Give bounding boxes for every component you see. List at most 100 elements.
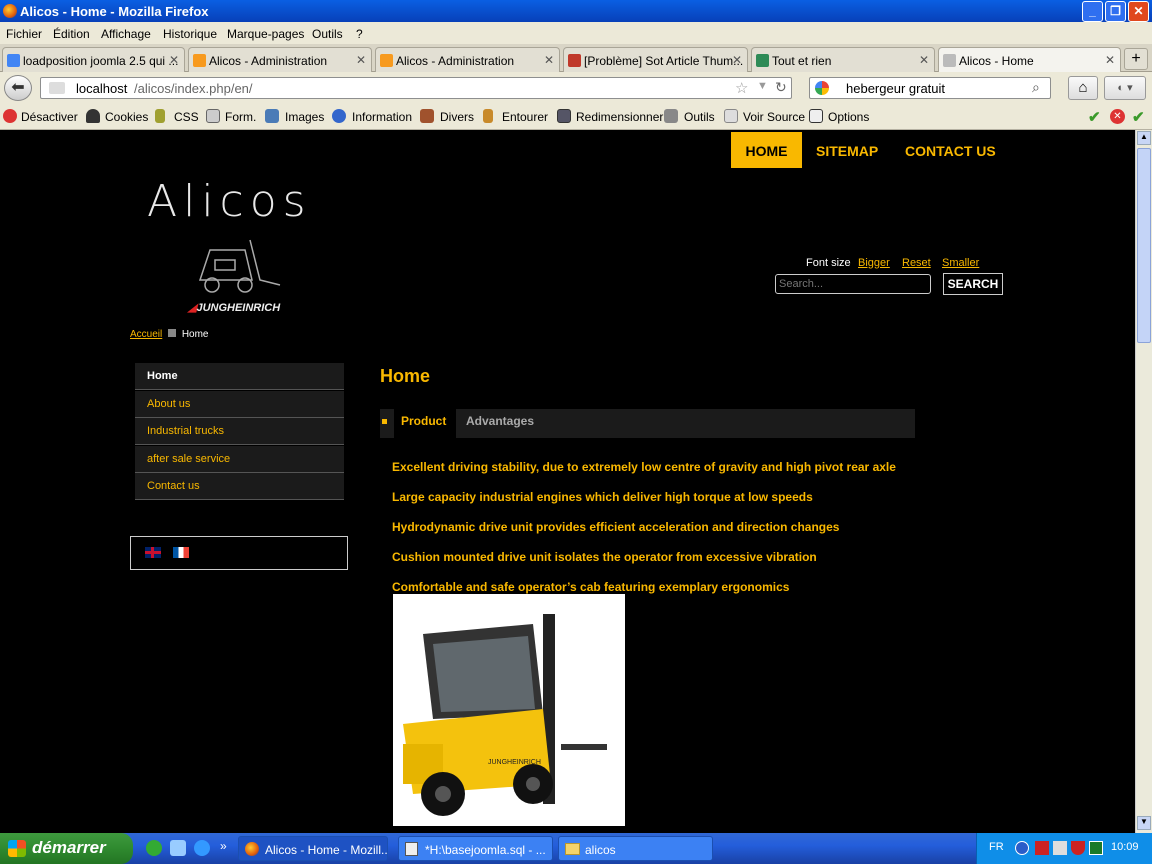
vertical-scrollbar[interactable]: ▲ ▼: [1135, 130, 1152, 833]
url-dropdown-icon[interactable]: ▼: [757, 80, 768, 92]
navigation-bar: ⬅ localhost /alicos/index.php/en/ ☆ ▼ ↻ …: [0, 72, 1152, 104]
sidemenu-contact-us[interactable]: Contact us: [135, 473, 344, 500]
minimize-button[interactable]: _: [1082, 1, 1103, 22]
addon-button[interactable]: ◐ ▾: [1104, 76, 1146, 100]
taskbar-notepad[interactable]: *H:\basejoomla.sql - ...: [398, 836, 553, 861]
home-button[interactable]: ⌂: [1068, 76, 1098, 100]
information-icon: [332, 109, 346, 123]
font-reset-link[interactable]: Reset: [902, 257, 931, 269]
tray-expand-icon[interactable]: [1015, 841, 1029, 855]
maximize-button[interactable]: ❐: [1105, 1, 1126, 22]
menu-outils[interactable]: Outils: [312, 27, 343, 41]
flag-french-icon[interactable]: [173, 547, 189, 558]
browser-tab-active[interactable]: Alicos - Home ✕: [938, 47, 1121, 73]
toolbar-voir-source[interactable]: Voir Source: [743, 110, 805, 124]
tray-network-icon[interactable]: [1053, 841, 1067, 855]
topnav-home[interactable]: HOME: [731, 132, 802, 168]
toolbar-css[interactable]: CSS: [174, 110, 199, 124]
site-search-button[interactable]: SEARCH: [943, 273, 1003, 295]
menu-help[interactable]: ?: [356, 27, 363, 41]
browser-tab[interactable]: [Problème] Sot Article Thum... ✕: [563, 47, 748, 72]
sidemenu-after-sale-service[interactable]: after sale service: [135, 446, 344, 473]
url-bar[interactable]: localhost /alicos/index.php/en/ ☆ ▼ ↻: [40, 77, 792, 99]
toolbar-entourer[interactable]: Entourer: [502, 110, 548, 124]
menu-affichage[interactable]: Affichage: [101, 27, 151, 41]
misc-icon: [420, 109, 434, 123]
close-tab-icon[interactable]: ✕: [1105, 53, 1115, 67]
reload-icon[interactable]: ↻: [775, 79, 787, 96]
toolbar-outils[interactable]: Outils: [684, 110, 715, 124]
topnav-contact-us[interactable]: CONTACT US: [905, 143, 996, 159]
tray-antivirus-icon[interactable]: [1035, 841, 1049, 855]
close-tab-icon[interactable]: ✕: [544, 53, 554, 67]
sidemenu-about-us[interactable]: About us: [135, 391, 344, 418]
browser-tab[interactable]: Alicos - Administration ✕: [375, 47, 560, 72]
back-button[interactable]: ⬅: [4, 75, 32, 101]
flag-english-icon[interactable]: [145, 547, 161, 558]
font-bigger-link[interactable]: Bigger: [858, 257, 890, 269]
toolbar-images[interactable]: Images: [285, 110, 324, 124]
browser-tab[interactable]: Tout et rien ✕: [751, 47, 935, 72]
menu-fichier[interactable]: Fichier: [6, 27, 42, 41]
start-button[interactable]: démarrer: [0, 833, 133, 864]
taskbar-folder[interactable]: alicos: [558, 836, 713, 861]
search-input[interactable]: hebergeur gratuit: [846, 81, 945, 96]
sidemenu-home[interactable]: Home: [135, 363, 344, 390]
site-search-input[interactable]: [775, 274, 931, 294]
tab-advantages[interactable]: Advantages: [466, 414, 534, 428]
tray-shield-icon[interactable]: [1071, 841, 1085, 855]
outline-pen-icon: [483, 109, 493, 123]
tab-label: Alicos - Administration: [396, 54, 515, 68]
check-icon[interactable]: ✔: [1132, 108, 1145, 126]
toolbar-redimensionner[interactable]: Redimensionner: [576, 110, 663, 124]
toolbar-desactiver[interactable]: Désactiver: [21, 110, 78, 124]
utorrent-icon[interactable]: [146, 840, 162, 856]
quicklaunch-more-icon[interactable]: »: [220, 839, 227, 853]
google-icon: [7, 54, 20, 67]
menu-historique[interactable]: Historique: [163, 27, 217, 41]
page-title: Home: [380, 366, 431, 386]
language-switcher: [130, 536, 348, 570]
language-indicator[interactable]: FR: [989, 841, 1004, 853]
search-box[interactable]: hebergeur gratuit ⌕: [809, 77, 1051, 99]
forklift-illustration: JUNGHEINRICH: [403, 614, 607, 816]
scrollbar-thumb[interactable]: [1137, 148, 1151, 343]
close-tab-icon[interactable]: ✕: [356, 53, 366, 67]
google-search-engine-icon[interactable]: [815, 81, 829, 95]
browser-tab[interactable]: loadposition joomla 2.5 qui ... ✕: [2, 47, 185, 72]
menu-edition[interactable]: Édition: [53, 27, 90, 41]
internet-explorer-icon[interactable]: [194, 840, 210, 856]
close-tab-icon[interactable]: ✕: [919, 53, 929, 67]
error-icon[interactable]: ✕: [1110, 109, 1125, 124]
toolbar-form[interactable]: Form.: [225, 110, 256, 124]
close-tab-icon[interactable]: ✕: [169, 53, 179, 67]
url-path: /alicos/index.php/en/: [134, 81, 253, 96]
breadcrumb-home-link[interactable]: Accueil: [130, 329, 162, 340]
toolbar-cookies[interactable]: Cookies: [105, 110, 148, 124]
close-window-button[interactable]: ✕: [1128, 1, 1149, 22]
desktop-icon[interactable]: [170, 840, 186, 856]
check-icon[interactable]: ✔: [1088, 108, 1101, 126]
font-smaller-link[interactable]: Smaller: [942, 257, 979, 269]
toolbar-information[interactable]: Information: [352, 110, 412, 124]
bookmark-star-icon[interactable]: ☆: [735, 79, 748, 97]
tab-product[interactable]: Product: [394, 409, 456, 438]
tray-app-icon[interactable]: [1089, 841, 1103, 855]
menu-marque-pages[interactable]: Marque-pages: [227, 27, 304, 41]
toolbar-divers[interactable]: Divers: [440, 110, 474, 124]
taskbar-label: alicos: [585, 843, 616, 857]
clock: 10:09: [1111, 841, 1139, 853]
browser-tab[interactable]: Alicos - Administration ✕: [188, 47, 372, 72]
breadcrumb-current: Home: [181, 329, 209, 340]
close-tab-icon[interactable]: ✕: [732, 53, 742, 67]
search-magnifier-icon[interactable]: ⌕: [1032, 79, 1040, 96]
topnav-sitemap[interactable]: SITEMAP: [816, 143, 878, 159]
new-tab-button[interactable]: +: [1124, 48, 1148, 70]
scroll-down-icon[interactable]: ▼: [1137, 816, 1151, 830]
tab-label: Alicos - Home: [959, 54, 1034, 68]
toolbar-options[interactable]: Options: [828, 110, 869, 124]
taskbar-firefox[interactable]: Alicos - Home - Mozill...: [238, 836, 388, 861]
scroll-up-icon[interactable]: ▲: [1137, 131, 1151, 145]
sidemenu-industrial-trucks[interactable]: Industrial trucks: [135, 418, 344, 445]
folder-icon: [565, 843, 580, 855]
